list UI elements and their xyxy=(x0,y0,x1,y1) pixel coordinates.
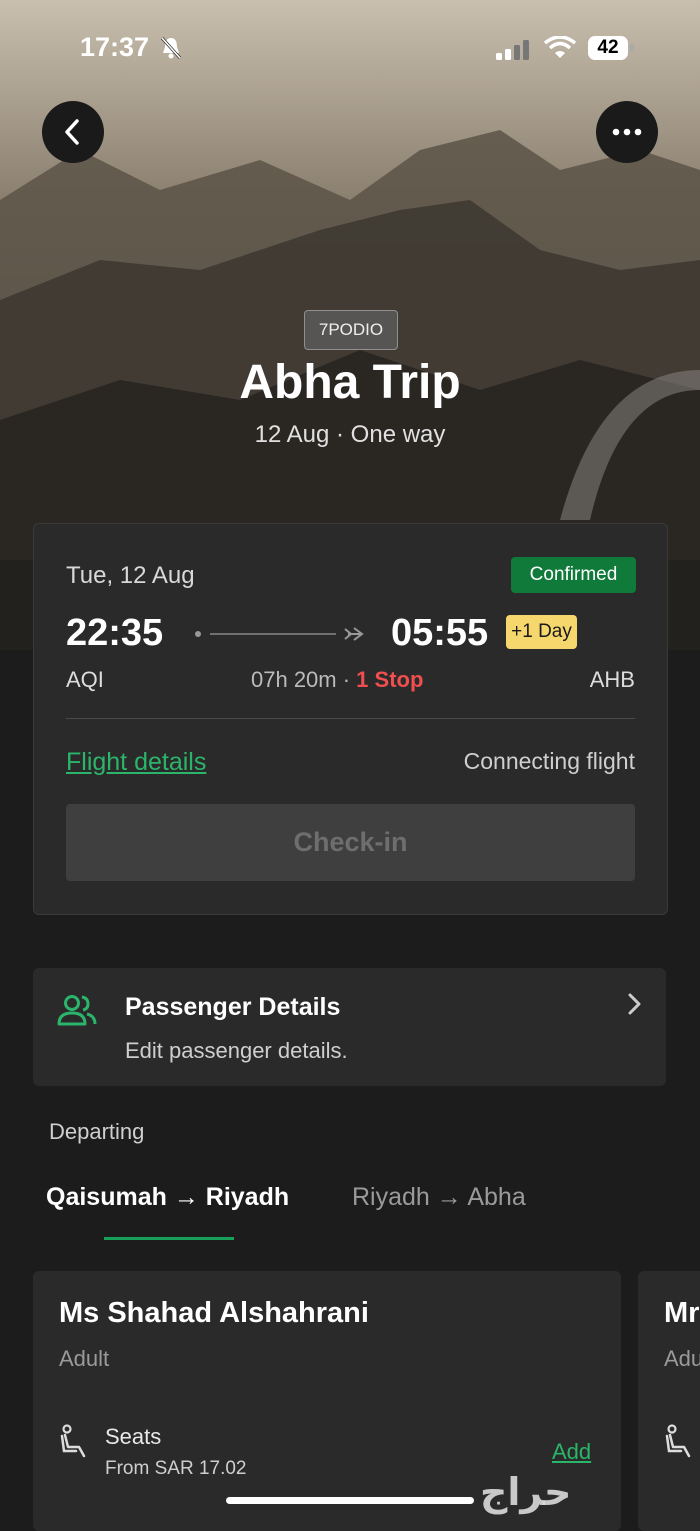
chevron-right-icon xyxy=(628,993,641,1015)
section-label: Departing xyxy=(49,1119,145,1144)
battery-level: 42 xyxy=(588,36,628,60)
passenger-type: Adult xyxy=(59,1346,110,1371)
more-options-button[interactable] xyxy=(596,101,658,163)
passenger-card: Mr Adu xyxy=(638,1271,700,1531)
battery-tip xyxy=(630,44,634,52)
trip-subtitle: 12 Aug · One way xyxy=(254,421,446,448)
flight-duration: 07h 20m · 1 Stop xyxy=(251,667,423,693)
flight-details-link[interactable]: Flight details xyxy=(66,748,206,777)
add-seat-link[interactable]: Add xyxy=(552,1439,591,1465)
stops-text: 1 Stop xyxy=(356,667,424,692)
chevron-left-icon xyxy=(65,119,79,145)
status-time: 17:37 xyxy=(80,32,150,62)
cellular-signal-icon xyxy=(496,40,532,65)
departure-time: 22:35 xyxy=(66,612,164,654)
route-line-icon xyxy=(195,627,364,641)
back-button[interactable] xyxy=(42,101,104,163)
seats-label: Seats xyxy=(105,1424,162,1449)
flight-type-label: Connecting flight xyxy=(463,748,635,774)
status-bar: 17:37 42 xyxy=(0,30,700,70)
passenger-details-card[interactable]: Passenger Details Edit passenger details… xyxy=(33,968,666,1086)
arrival-time: 05:55 xyxy=(391,612,489,654)
tab-riyadh-abha[interactable]: Riyadh → Abha xyxy=(352,1183,526,1212)
flight-date: Tue, 12 Aug xyxy=(66,562,195,589)
status-badge: Confirmed xyxy=(511,557,636,593)
flight-card: Tue, 12 Aug Confirmed 22:35 05:55 +1 Day… xyxy=(33,523,668,915)
seats-price: From SAR 17.02 xyxy=(105,1458,247,1479)
check-in-button[interactable]: Check-in xyxy=(66,804,635,881)
origin-code: AQI xyxy=(66,667,104,692)
watermark-logo: حراج xyxy=(480,1470,572,1514)
divider xyxy=(66,718,635,719)
passenger-details-subtitle: Edit passenger details. xyxy=(125,1038,348,1063)
wifi-icon xyxy=(543,35,577,65)
passenger-type: Adu xyxy=(664,1346,700,1371)
seat-icon xyxy=(60,1424,86,1458)
duration-text: 07h 20m · xyxy=(251,667,357,692)
active-tab-indicator xyxy=(104,1237,234,1240)
trip-title: Abha Trip xyxy=(239,356,461,409)
more-horizontal-icon xyxy=(612,128,642,136)
silent-bell-icon xyxy=(160,36,182,65)
tab-qaisumah-riyadh[interactable]: Qaisumah → Riyadh xyxy=(46,1183,289,1212)
home-indicator[interactable] xyxy=(226,1497,474,1504)
brand-badge: 7PODIO xyxy=(304,310,398,350)
passenger-details-title: Passenger Details xyxy=(125,993,341,1021)
day-offset-badge: +1 Day xyxy=(506,615,577,649)
seat-icon xyxy=(665,1424,691,1458)
destination-code: AHB xyxy=(589,667,635,692)
users-icon xyxy=(57,995,97,1026)
passenger-name: Mr xyxy=(664,1297,700,1329)
passenger-name: Ms Shahad Alshahrani xyxy=(59,1297,369,1329)
